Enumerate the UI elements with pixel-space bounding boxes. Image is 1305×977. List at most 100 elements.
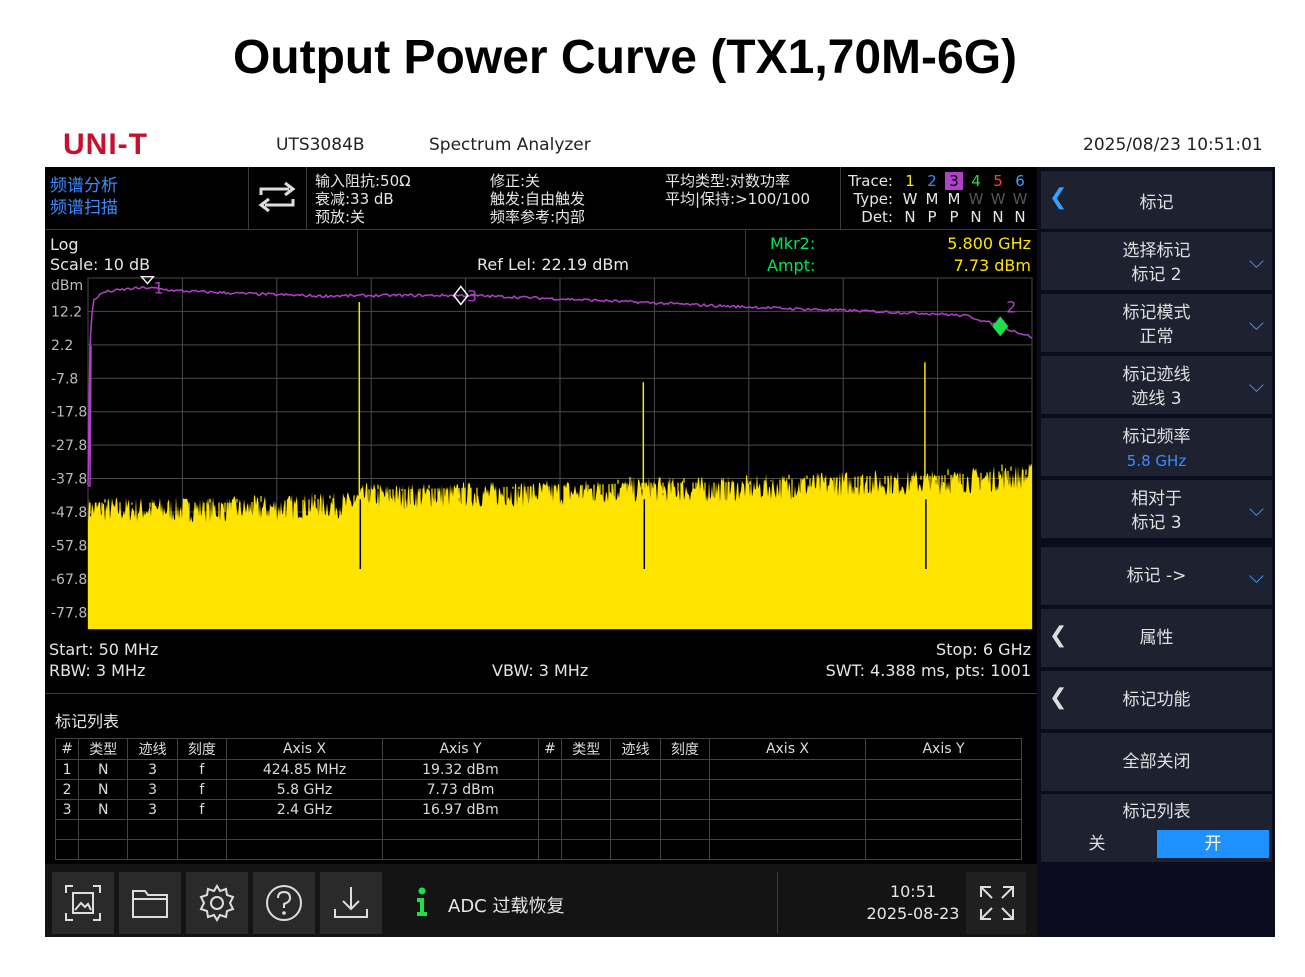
- table-row[interactable]: 1 N 3 f 424.85 MHz 19.32 dBm: [54, 759, 1023, 780]
- table-cell-empty: [864, 759, 1023, 780]
- table-cell-empty: [709, 819, 866, 840]
- softkey-value: 迹线 3: [1131, 389, 1182, 409]
- table-cell: 3: [54, 799, 80, 820]
- stop-frequency[interactable]: Stop: 6 GHz: [936, 640, 1031, 659]
- marker-amplitude: 7.73 dBm: [953, 256, 1031, 275]
- screenshot-icon: [65, 885, 101, 921]
- table-cell-empty: [54, 819, 80, 840]
- divider: [840, 167, 841, 229]
- mode-panel[interactable]: 频谱分析 频谱扫描: [50, 175, 118, 219]
- table-cell: 7.73 dBm: [382, 779, 539, 800]
- fullscreen-button[interactable]: [966, 872, 1026, 934]
- table-cell: 2: [54, 779, 80, 800]
- table-cell-empty: [78, 839, 129, 860]
- marker-label-2: 2: [1006, 297, 1016, 316]
- model-name: UTS3084B: [276, 135, 365, 155]
- start-frequency[interactable]: Start: 50 MHz: [49, 640, 158, 659]
- softkey-label: 标记迹线: [1122, 365, 1191, 385]
- trace-type-6: W: [1012, 190, 1028, 208]
- sweep-time[interactable]: SWT: 4.388 ms, pts: 1001: [826, 661, 1031, 680]
- table-row[interactable]: 2 N 3 f 5.8 GHz 7.73 dBm: [54, 779, 1023, 800]
- y-tick-label: -77.8: [51, 605, 87, 621]
- toggle-off[interactable]: 关: [1041, 830, 1153, 858]
- softkey-2[interactable]: 标记模式 正常 ⌵: [1041, 294, 1272, 352]
- softkey-value: 5.8 GHz: [1126, 452, 1187, 470]
- softkey-header-label: 标记: [1139, 193, 1174, 213]
- rbw-value[interactable]: RBW: 3 MHz: [49, 661, 145, 680]
- softkey-3[interactable]: 标记迹线迹线 3 ⌵: [1041, 356, 1272, 414]
- trace-num-2: 2: [927, 172, 937, 190]
- divider: [45, 693, 1037, 694]
- table-cell-empty: [226, 839, 383, 860]
- softkey-value: 标记 2: [1131, 265, 1182, 285]
- clock-date: 2025-08-23: [866, 904, 960, 923]
- table-cell: 19.32 dBm: [382, 759, 539, 780]
- table-cell: 5.8 GHz: [226, 779, 383, 800]
- table-header-cell: 类型: [78, 738, 129, 760]
- attenuation-text: 衰减:33 dB: [315, 190, 394, 208]
- table-cell-empty: [659, 839, 711, 860]
- vbw-value[interactable]: VBW: 3 MHz: [492, 661, 588, 680]
- table-row[interactable]: [54, 839, 1023, 860]
- softkey-header[interactable]: ❮ 标记: [1041, 171, 1272, 229]
- screenshot-button[interactable]: [52, 872, 114, 934]
- file-button[interactable]: [119, 872, 181, 934]
- scale-type: Log: [50, 235, 79, 254]
- marker-label-3: 3: [467, 286, 477, 305]
- download-button[interactable]: [320, 872, 382, 934]
- table-header-cell: 刻度: [176, 738, 228, 760]
- table-header-cell: #: [54, 738, 80, 760]
- trace-num-4: 4: [971, 172, 981, 190]
- softkey-6[interactable]: 标记 -> ⌵: [1041, 547, 1272, 605]
- table-header-cell: 迹线: [127, 738, 178, 760]
- table-cell: 1: [54, 759, 80, 780]
- softkey-8[interactable]: ❮ 标记功能: [1041, 671, 1272, 729]
- spectrum-plot[interactable]: dBm 12.2 2.2 -7.8 -17.8 -27.8 -37.8 -47.8 -57.8 -…: [45, 275, 1037, 635]
- table-cell-empty: [226, 819, 383, 840]
- scale-value: Scale: 10 dB: [50, 255, 151, 274]
- table-cell: 3: [127, 799, 178, 820]
- chevron-down-icon: ⌵: [1248, 373, 1264, 397]
- trace-type-2: M: [925, 190, 939, 208]
- repeat-sweep-icon[interactable]: [255, 179, 299, 219]
- clock-time: 10:51: [889, 882, 937, 901]
- table-cell-empty: [610, 839, 661, 860]
- table-row[interactable]: [54, 819, 1023, 840]
- softkey-value: 标记 3: [1131, 513, 1182, 533]
- trigger-settings: 修正:关 触发:自由触发 频率参考:内部: [490, 172, 585, 226]
- ref-level[interactable]: Ref Lel: 22.19 dBm: [477, 255, 629, 274]
- table-cell-empty: [561, 759, 612, 780]
- help-button[interactable]: [253, 872, 315, 934]
- divider: [357, 230, 358, 276]
- softkey-5[interactable]: 相对于 标记 3 ⌵: [1041, 480, 1272, 538]
- softkey-value: 正常: [1139, 327, 1174, 347]
- impedance-text: 输入阻抗:50Ω: [315, 172, 411, 190]
- softkey-label: 全部关闭: [1122, 752, 1191, 772]
- toggle-on[interactable]: 开: [1157, 830, 1269, 858]
- table-cell-empty: [610, 759, 661, 780]
- trace-type-5: W: [990, 190, 1006, 208]
- softkey-label: 标记频率: [1122, 427, 1191, 447]
- scale-info: Log Scale: 10 dB: [50, 235, 150, 275]
- table-cell-empty: [864, 799, 1023, 820]
- table-cell-empty: [659, 819, 711, 840]
- marker-table: # 类型 迹线 刻度 Axis X Axis Y # 类型 迹线 刻度 Axis X Axis Y1N…: [54, 738, 1023, 860]
- settings-button[interactable]: [186, 872, 248, 934]
- softkey-7[interactable]: ❮ 属性: [1041, 609, 1272, 667]
- softkey-4[interactable]: 标记频率 5.8 GHz: [1041, 418, 1272, 476]
- app-title: Spectrum Analyzer: [429, 135, 591, 155]
- trace-det-1: N: [904, 208, 916, 226]
- mode-line2: 频谱扫描: [50, 198, 118, 218]
- softkey-10[interactable]: 标记列表关开: [1041, 794, 1272, 862]
- softkey-label: 标记列表: [1122, 802, 1191, 822]
- chevron-down-icon: ⌵: [1248, 564, 1264, 588]
- preamp-text: 预放:关: [315, 208, 366, 226]
- trace-labels: Trace: Type: Det:: [845, 172, 893, 226]
- y-unit-label: dBm: [51, 278, 83, 294]
- table-row[interactable]: 3 N 3 f 2.4 GHz 16.97 dBm: [54, 799, 1023, 820]
- table-header-cell: Axis X: [709, 738, 866, 760]
- help-icon: [266, 885, 302, 921]
- softkey-9[interactable]: 全部关闭: [1041, 733, 1272, 791]
- trace-det-4: N: [970, 208, 982, 226]
- softkey-1[interactable]: 选择标记 标记 2 ⌵: [1041, 232, 1272, 290]
